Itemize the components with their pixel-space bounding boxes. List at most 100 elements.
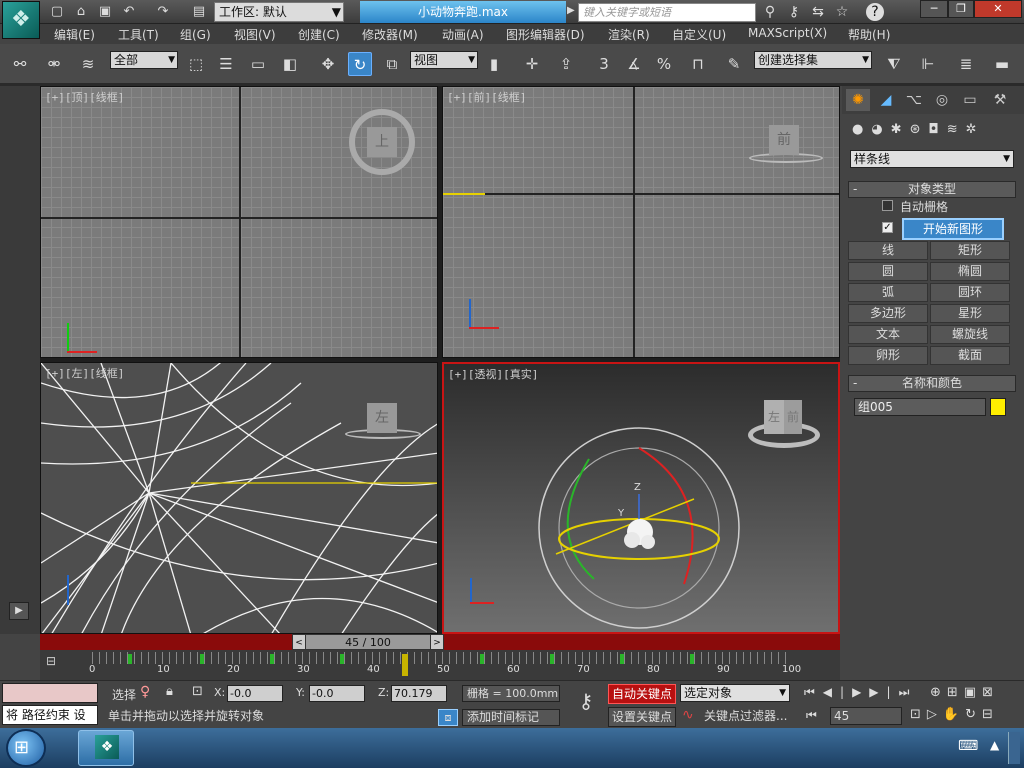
viewcube-face[interactable]: 前 <box>769 125 799 155</box>
select-move-icon[interactable]: ✥ <box>316 52 340 76</box>
prev-frame-button[interactable]: < <box>292 634 306 650</box>
object-category-icons[interactable]: ●◕✱⊛◘≋✲ <box>852 122 985 137</box>
close-button[interactable]: ✕ <box>974 0 1022 18</box>
project-folder-icon[interactable]: ▤ <box>190 3 208 21</box>
auto-key-button[interactable]: 自动关键点 <box>608 684 676 704</box>
key-filters-button[interactable]: 关键点过滤器... <box>704 707 792 725</box>
menu-maxscript[interactable]: MAXScript(X) <box>748 26 827 40</box>
spinner-snap-icon[interactable]: ⊓ <box>686 52 710 76</box>
key-marker[interactable] <box>270 654 274 664</box>
link-icon[interactable]: ⚯ <box>8 52 32 76</box>
expand-arrow-icon[interactable]: ▶ <box>9 602 29 620</box>
align-icon[interactable]: ⊩ <box>916 52 940 76</box>
y-coord-field[interactable]: -0.0 <box>309 685 365 702</box>
mirror-icon[interactable]: ⧨ <box>882 52 906 76</box>
next-frame-button[interactable]: > <box>430 634 444 650</box>
keyboard-icon[interactable]: ⌨ <box>958 738 978 754</box>
exchange-icon[interactable]: ⇆ <box>808 3 828 21</box>
lock-selection-icon[interactable]: 🔒︎ <box>166 684 173 699</box>
viewport-top[interactable]: [+][顶][线框] 上 <box>40 86 438 358</box>
absolute-mode-icon[interactable]: ⊡ <box>192 684 203 699</box>
current-frame-field[interactable]: 45 <box>830 707 902 725</box>
viewport-label[interactable]: [+][顶][线框] <box>45 89 124 105</box>
isolate-selection-icon[interactable]: ♀ <box>140 684 150 700</box>
graphite-ribbon-icon[interactable]: ▬ <box>990 52 1014 76</box>
track-bar[interactable]: ⊟ 0 10 20 30 40 50 60 70 80 90 100 <box>40 650 840 680</box>
keyboard-shortcut-override-icon[interactable]: ⇪ <box>554 52 578 76</box>
menu-group[interactable]: 组(G) <box>180 26 211 43</box>
name-color-rollout[interactable]: - 名称和颜色 <box>848 375 1016 392</box>
navigation-controls-bottom[interactable]: ⊡▷✋↻⊟ <box>910 707 999 722</box>
bind-space-warp-icon[interactable]: ≋ <box>76 52 100 76</box>
menu-rendering[interactable]: 渲染(R) <box>608 26 650 43</box>
key-marker[interactable] <box>480 654 484 664</box>
curve-editor-icon[interactable]: ⊟ <box>46 654 76 672</box>
key-icon[interactable]: ⚷ <box>784 3 804 21</box>
viewport-label[interactable]: [+][左][线框] <box>45 365 124 381</box>
shape-button-text[interactable]: 文本 <box>848 325 928 344</box>
star-icon[interactable]: ☆ <box>832 3 852 21</box>
navigation-controls-top[interactable]: ⊕⊞▣⊠ <box>930 685 999 700</box>
key-marker[interactable] <box>200 654 204 664</box>
tray-arrow-icon[interactable]: ▲ <box>990 738 999 752</box>
search-input[interactable]: 键入关键字或短语 <box>578 3 756 22</box>
playback-controls[interactable]: ⏮◀|▶▶|⏭ <box>804 685 917 700</box>
select-scale-icon[interactable]: ⧉ <box>380 52 404 76</box>
key-marker[interactable] <box>340 654 344 664</box>
new-file-icon[interactable]: ▢ <box>48 3 66 21</box>
undo-icon[interactable]: ↶ <box>120 3 138 21</box>
shape-button-egg[interactable]: 卵形 <box>848 346 928 365</box>
current-frame-marker[interactable] <box>402 654 408 676</box>
maxscript-listener-line1[interactable] <box>2 683 98 703</box>
taskbar-app-3dsmax[interactable]: ❖ <box>78 730 134 766</box>
key-marker[interactable] <box>550 654 554 664</box>
menu-graph-editors[interactable]: 图形编辑器(D) <box>506 26 585 43</box>
viewport-left[interactable]: [+][左][线框] 左 <box>40 362 438 634</box>
shape-button-arc[interactable]: 弧 <box>848 283 928 302</box>
select-by-name-icon[interactable]: ☰ <box>214 52 238 76</box>
start-new-shape-checkbox[interactable]: ✓ <box>882 222 893 233</box>
key-mode-dropdown[interactable]: 选定对象 ▼ <box>680 684 790 702</box>
viewcube-face[interactable]: 左 <box>367 403 397 433</box>
shape-button-circle[interactable]: 圆 <box>848 262 928 281</box>
time-tag-icon[interactable]: ⧈ <box>438 709 458 726</box>
menu-edit[interactable]: 编辑(E) <box>54 26 95 43</box>
motion-tab-icon[interactable]: ◎ <box>930 89 954 111</box>
pivot-center-icon[interactable]: ▮ <box>482 52 506 76</box>
viewcube-face[interactable]: 上 <box>367 127 397 157</box>
viewcube-face-front[interactable]: 前 <box>784 400 802 434</box>
shape-button-helix[interactable]: 螺旋线 <box>930 325 1010 344</box>
rect-selection-region-icon[interactable]: ▭ <box>246 52 270 76</box>
auto-grid-checkbox[interactable] <box>882 200 893 211</box>
shape-button-section[interactable]: 截面 <box>930 346 1010 365</box>
shape-button-donut[interactable]: 圆环 <box>930 283 1010 302</box>
object-color-swatch[interactable] <box>990 398 1006 416</box>
create-tab-icon[interactable]: ✺ <box>846 89 870 111</box>
select-object-icon[interactable]: ⬚ <box>184 52 208 76</box>
key-mode-toggle-icon[interactable]: ⏮ <box>806 708 817 723</box>
app-logo[interactable]: ❖ <box>2 1 40 39</box>
reference-coord-dropdown[interactable]: 视图 ▼ <box>410 51 478 69</box>
angle-snap-icon[interactable]: ∡ <box>622 52 646 76</box>
window-crossing-icon[interactable]: ◧ <box>278 52 302 76</box>
snaps-toggle-icon[interactable]: 3 <box>592 52 616 76</box>
shape-button-rectangle[interactable]: 矩形 <box>930 241 1010 260</box>
add-time-tag-button[interactable]: 添加时间标记 <box>462 709 560 726</box>
menu-customize[interactable]: 自定义(U) <box>672 26 726 43</box>
category-dropdown[interactable]: 样条线 ▼ <box>850 150 1014 168</box>
menu-views[interactable]: 视图(V) <box>234 26 276 43</box>
shape-button-line[interactable]: 线 <box>848 241 928 260</box>
time-slider-thumb[interactable]: 45 / 100 <box>292 634 444 650</box>
key-marker[interactable] <box>620 654 624 664</box>
display-tab-icon[interactable]: ▭ <box>958 89 982 111</box>
workspace-dropdown[interactable]: 工作区: 默认 ▼ <box>214 2 344 22</box>
layer-manager-icon[interactable]: ≣ <box>954 52 978 76</box>
named-selection-set-dropdown[interactable]: 创建选择集 ▼ <box>754 51 872 69</box>
save-file-icon[interactable]: ▣ <box>96 3 114 21</box>
select-rotate-icon[interactable]: ↻ <box>348 52 372 76</box>
menu-tools[interactable]: 工具(T) <box>118 26 159 43</box>
x-coord-field[interactable]: -0.0 <box>227 685 283 702</box>
key-marker[interactable] <box>690 654 694 664</box>
viewcube-face-left[interactable]: 左 <box>764 400 784 434</box>
utilities-tab-icon[interactable]: ⚒ <box>988 89 1012 111</box>
